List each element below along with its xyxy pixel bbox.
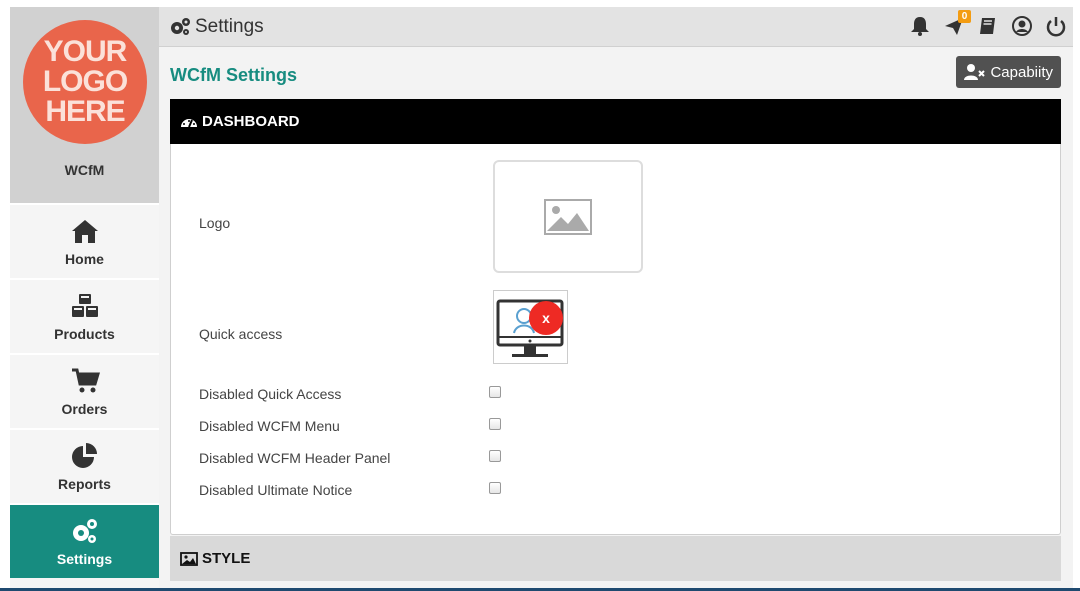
sidebar-item-orders[interactable]: Orders xyxy=(10,353,159,428)
home-icon xyxy=(71,219,98,243)
disabled-quick-access-checkbox[interactable] xyxy=(489,386,501,398)
power-icon xyxy=(1046,17,1066,37)
logo-upload[interactable] xyxy=(493,160,643,273)
logout-button[interactable] xyxy=(1045,15,1067,37)
logo-line-1: YOUR xyxy=(43,35,128,68)
page-title: WCfM Settings xyxy=(170,65,297,85)
top-bar: Settings 0 xyxy=(159,7,1073,47)
sidebar-item-products[interactable]: Products xyxy=(10,278,159,353)
disabled-ultimate-notice-checkbox[interactable] xyxy=(489,482,501,494)
logo-line-2: LOGO xyxy=(42,65,128,98)
logo-label: Logo xyxy=(199,215,231,231)
sidebar-item-reports[interactable]: Reports xyxy=(10,428,159,503)
sidebar-item-label: Settings xyxy=(56,550,113,567)
profile-button[interactable] xyxy=(1011,15,1033,37)
main-content: WCfM Settings Capabiity DASHBOARD Logo Q… xyxy=(159,47,1073,591)
gears-icon xyxy=(171,17,190,35)
brand-block: YOUR LOGO HERE WCfM xyxy=(10,7,159,203)
logo-line-3: HERE xyxy=(45,95,125,128)
disabled-quick-access-label: Disabled Quick Access xyxy=(199,386,342,402)
messages-button[interactable]: 0 xyxy=(943,10,971,37)
pie-chart-icon xyxy=(71,442,97,468)
bell-icon xyxy=(911,17,929,36)
user-circle-icon xyxy=(1012,16,1032,36)
notification-badge: 0 xyxy=(958,10,971,23)
disabled-ultimate-notice-label: Disabled Ultimate Notice xyxy=(199,482,353,498)
disabled-header-panel-checkbox[interactable] xyxy=(489,450,501,462)
sidebar-item-label: Products xyxy=(54,325,115,342)
style-section-header[interactable]: STYLE xyxy=(170,536,1061,581)
brand-name: WCfM xyxy=(64,162,105,178)
disabled-header-panel-label: Disabled WCFM Header Panel xyxy=(199,450,391,466)
sidebar-item-label: Reports xyxy=(58,475,111,492)
sidebar-item-settings[interactable]: Settings xyxy=(10,503,173,578)
sidebar-item-label: Orders xyxy=(61,400,108,417)
cubes-icon xyxy=(71,293,98,317)
app-root: YOUR LOGO HERE WCfM Home Products Orders… xyxy=(0,0,1080,591)
header-title: Settings xyxy=(169,16,264,38)
image-icon xyxy=(180,551,198,566)
capability-button[interactable]: Capabiity xyxy=(956,56,1061,88)
dashboard-icon xyxy=(181,118,197,127)
quick-access-label: Quick access xyxy=(199,326,283,342)
header-actions: 0 xyxy=(909,10,1067,37)
quick-access-upload[interactable]: x xyxy=(493,290,568,364)
cart-icon xyxy=(71,368,100,392)
disabled-wcfm-menu-label: Disabled WCFM Menu xyxy=(199,418,340,434)
notifications-button[interactable] xyxy=(909,15,931,37)
book-icon xyxy=(980,18,995,34)
knowledgebase-button[interactable] xyxy=(977,15,999,37)
sidebar-item-home[interactable]: Home xyxy=(10,203,159,278)
header-title-text: Settings xyxy=(195,15,264,37)
logo[interactable]: YOUR LOGO HERE xyxy=(23,20,147,144)
sidebar: YOUR LOGO HERE WCfM Home Products Orders… xyxy=(10,7,173,591)
style-section-title: STYLE xyxy=(202,550,251,567)
gears-icon xyxy=(72,518,97,543)
dashboard-section-title: DASHBOARD xyxy=(202,113,300,130)
dashboard-panel: Logo Quick access x Disabled Quick Acces… xyxy=(170,144,1061,535)
disabled-wcfm-menu-checkbox[interactable] xyxy=(489,418,501,430)
capability-button-label: Capabiity xyxy=(990,63,1053,81)
user-times-icon xyxy=(964,64,986,80)
quick-access-remove-button[interactable]: x xyxy=(529,301,563,335)
dashboard-section-header[interactable]: DASHBOARD xyxy=(170,99,1061,144)
image-placeholder-icon xyxy=(544,198,592,235)
sidebar-item-label: Home xyxy=(65,250,104,267)
